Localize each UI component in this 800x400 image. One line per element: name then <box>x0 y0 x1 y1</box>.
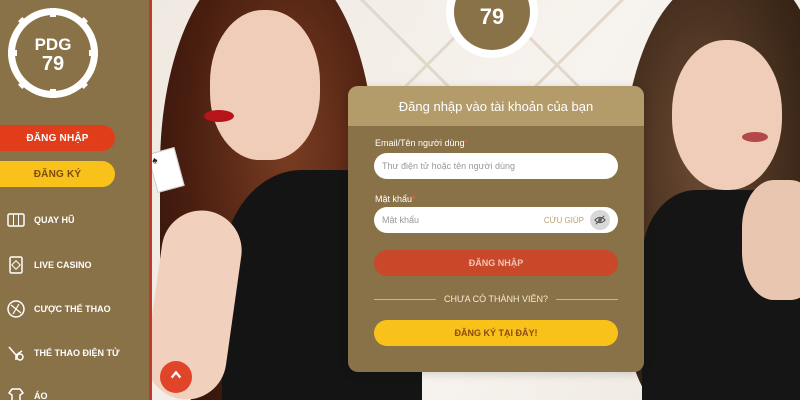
login-title: Đăng nhập vào tài khoản của bạn <box>348 86 644 126</box>
password-input[interactable] <box>382 215 540 225</box>
username-input[interactable] <box>382 161 610 171</box>
sidebar-item-label: CƯỢC THỂ THAO <box>34 304 111 314</box>
login-panel: Đăng nhập vào tài khoản của bạn Email/Tê… <box>348 86 644 372</box>
register-here-button[interactable]: ĐĂNG KÝ TẠI ĐÂY! <box>374 320 618 346</box>
sidebar-register-button[interactable]: ĐĂNG KÝ <box>0 161 115 187</box>
scroll-top-button[interactable] <box>160 361 192 393</box>
sidebar-item-sports[interactable]: CƯỢC THỂ THAO <box>6 297 111 321</box>
password-label-text: Mật khẩu <box>375 194 413 204</box>
eye-icon[interactable] <box>590 210 610 230</box>
password-field[interactable]: CỨU GIÚP <box>374 207 618 233</box>
username-label-text: Email/Tên người dùng <box>375 138 465 148</box>
required-mark: * <box>464 138 468 148</box>
sidebar-item-esports[interactable]: THỂ THAO ĐIỆN TỬ <box>6 341 119 365</box>
model-right-lips <box>742 132 768 142</box>
sidebar-item-label: LIVE CASINO <box>34 260 92 270</box>
model-left-face <box>210 10 320 160</box>
required-mark: * <box>412 194 416 204</box>
login-submit-button[interactable]: ĐĂNG NHẬP <box>374 250 618 276</box>
sidebar-login-button[interactable]: ĐĂNG NHẬP <box>0 125 115 151</box>
password-help-link[interactable]: CỨU GIÚP <box>544 216 584 225</box>
divider-text: CHƯA CÓ THÀNH VIÊN? <box>443 294 549 304</box>
chevron-up-icon <box>169 368 183 387</box>
model-right-face <box>672 40 782 190</box>
username-label: Email/Tên người dùng* <box>375 138 468 148</box>
card-icon <box>6 255 26 275</box>
sidebar-item-label: QUAY HŨ <box>34 215 75 225</box>
divider-line <box>374 298 436 300</box>
logo-text-top: PDG <box>35 35 72 54</box>
logo-text-bottom: 79 <box>42 53 64 75</box>
sidebar-item-label: ÁO <box>34 391 48 400</box>
slot-machine-icon <box>6 210 26 230</box>
football-icon <box>6 299 26 319</box>
username-field[interactable] <box>374 153 618 179</box>
site-logo[interactable]: PDG 79 <box>6 6 100 100</box>
sidebar-item-shirt[interactable]: ÁO <box>6 384 48 400</box>
sidebar-item-slots[interactable]: QUAY HŨ <box>6 208 75 232</box>
divider-line <box>556 298 619 300</box>
sidebar-item-label: THỂ THAO ĐIỆN TỬ <box>34 348 120 358</box>
shirt-icon <box>6 386 26 400</box>
sidebar-item-live-casino[interactable]: LIVE CASINO <box>6 253 92 277</box>
sidebar: PDG 79 ĐĂNG NHẬP ĐĂNG KÝ QUAY HŨ LIVE CA… <box>0 0 152 400</box>
member-divider: CHƯA CÓ THÀNH VIÊN? <box>374 292 619 306</box>
password-label: Mật khẩu* <box>375 194 416 204</box>
model-right-shoulder <box>742 180 800 300</box>
center-logo: 79 <box>437 0 547 62</box>
gamepad-icon <box>6 343 26 363</box>
model-left-lips <box>204 110 234 122</box>
center-logo-text: 79 <box>480 4 504 29</box>
